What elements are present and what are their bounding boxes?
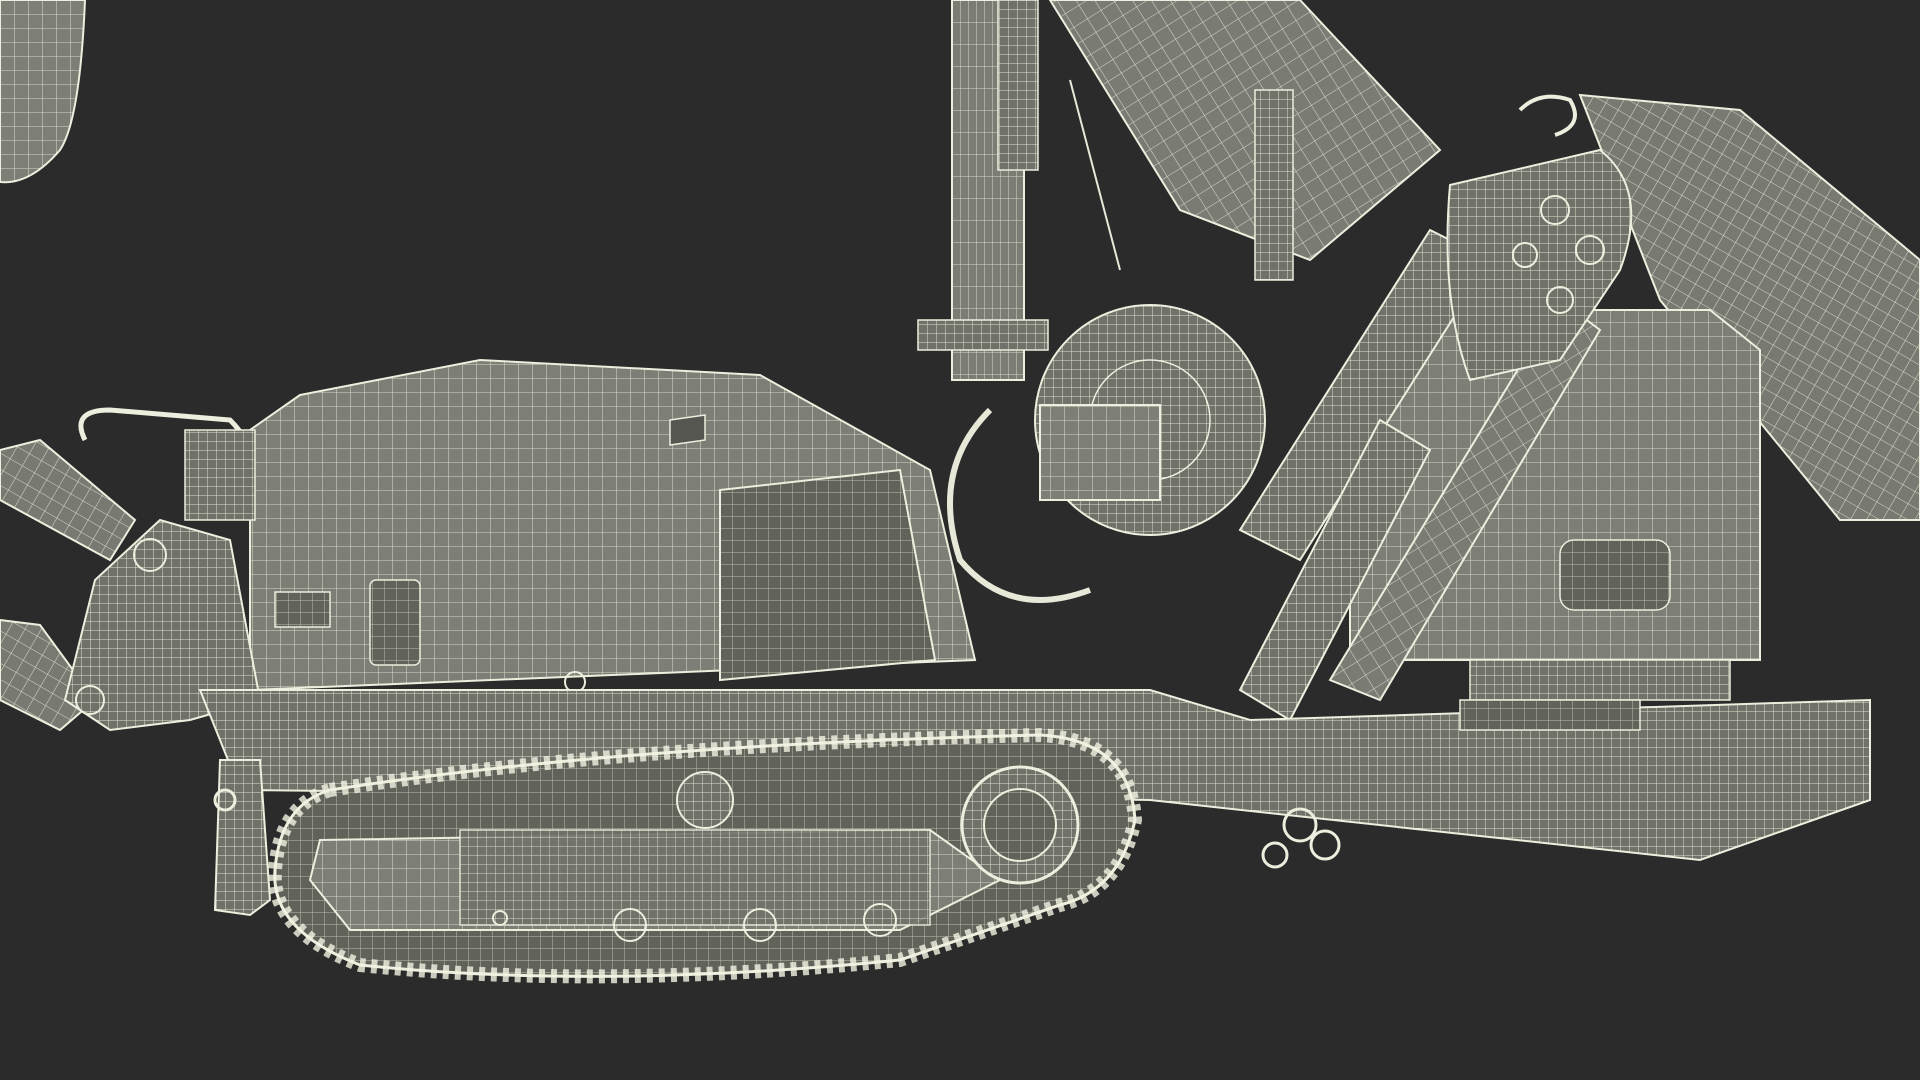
counterweight-housing xyxy=(249,358,977,693)
left-arm xyxy=(0,407,262,732)
support-leg xyxy=(213,759,272,917)
render-viewport xyxy=(0,0,1920,1080)
drive-sprocket xyxy=(960,765,1080,885)
wireframe-machine-render xyxy=(0,0,1920,984)
partial-object-top-left xyxy=(0,0,87,184)
